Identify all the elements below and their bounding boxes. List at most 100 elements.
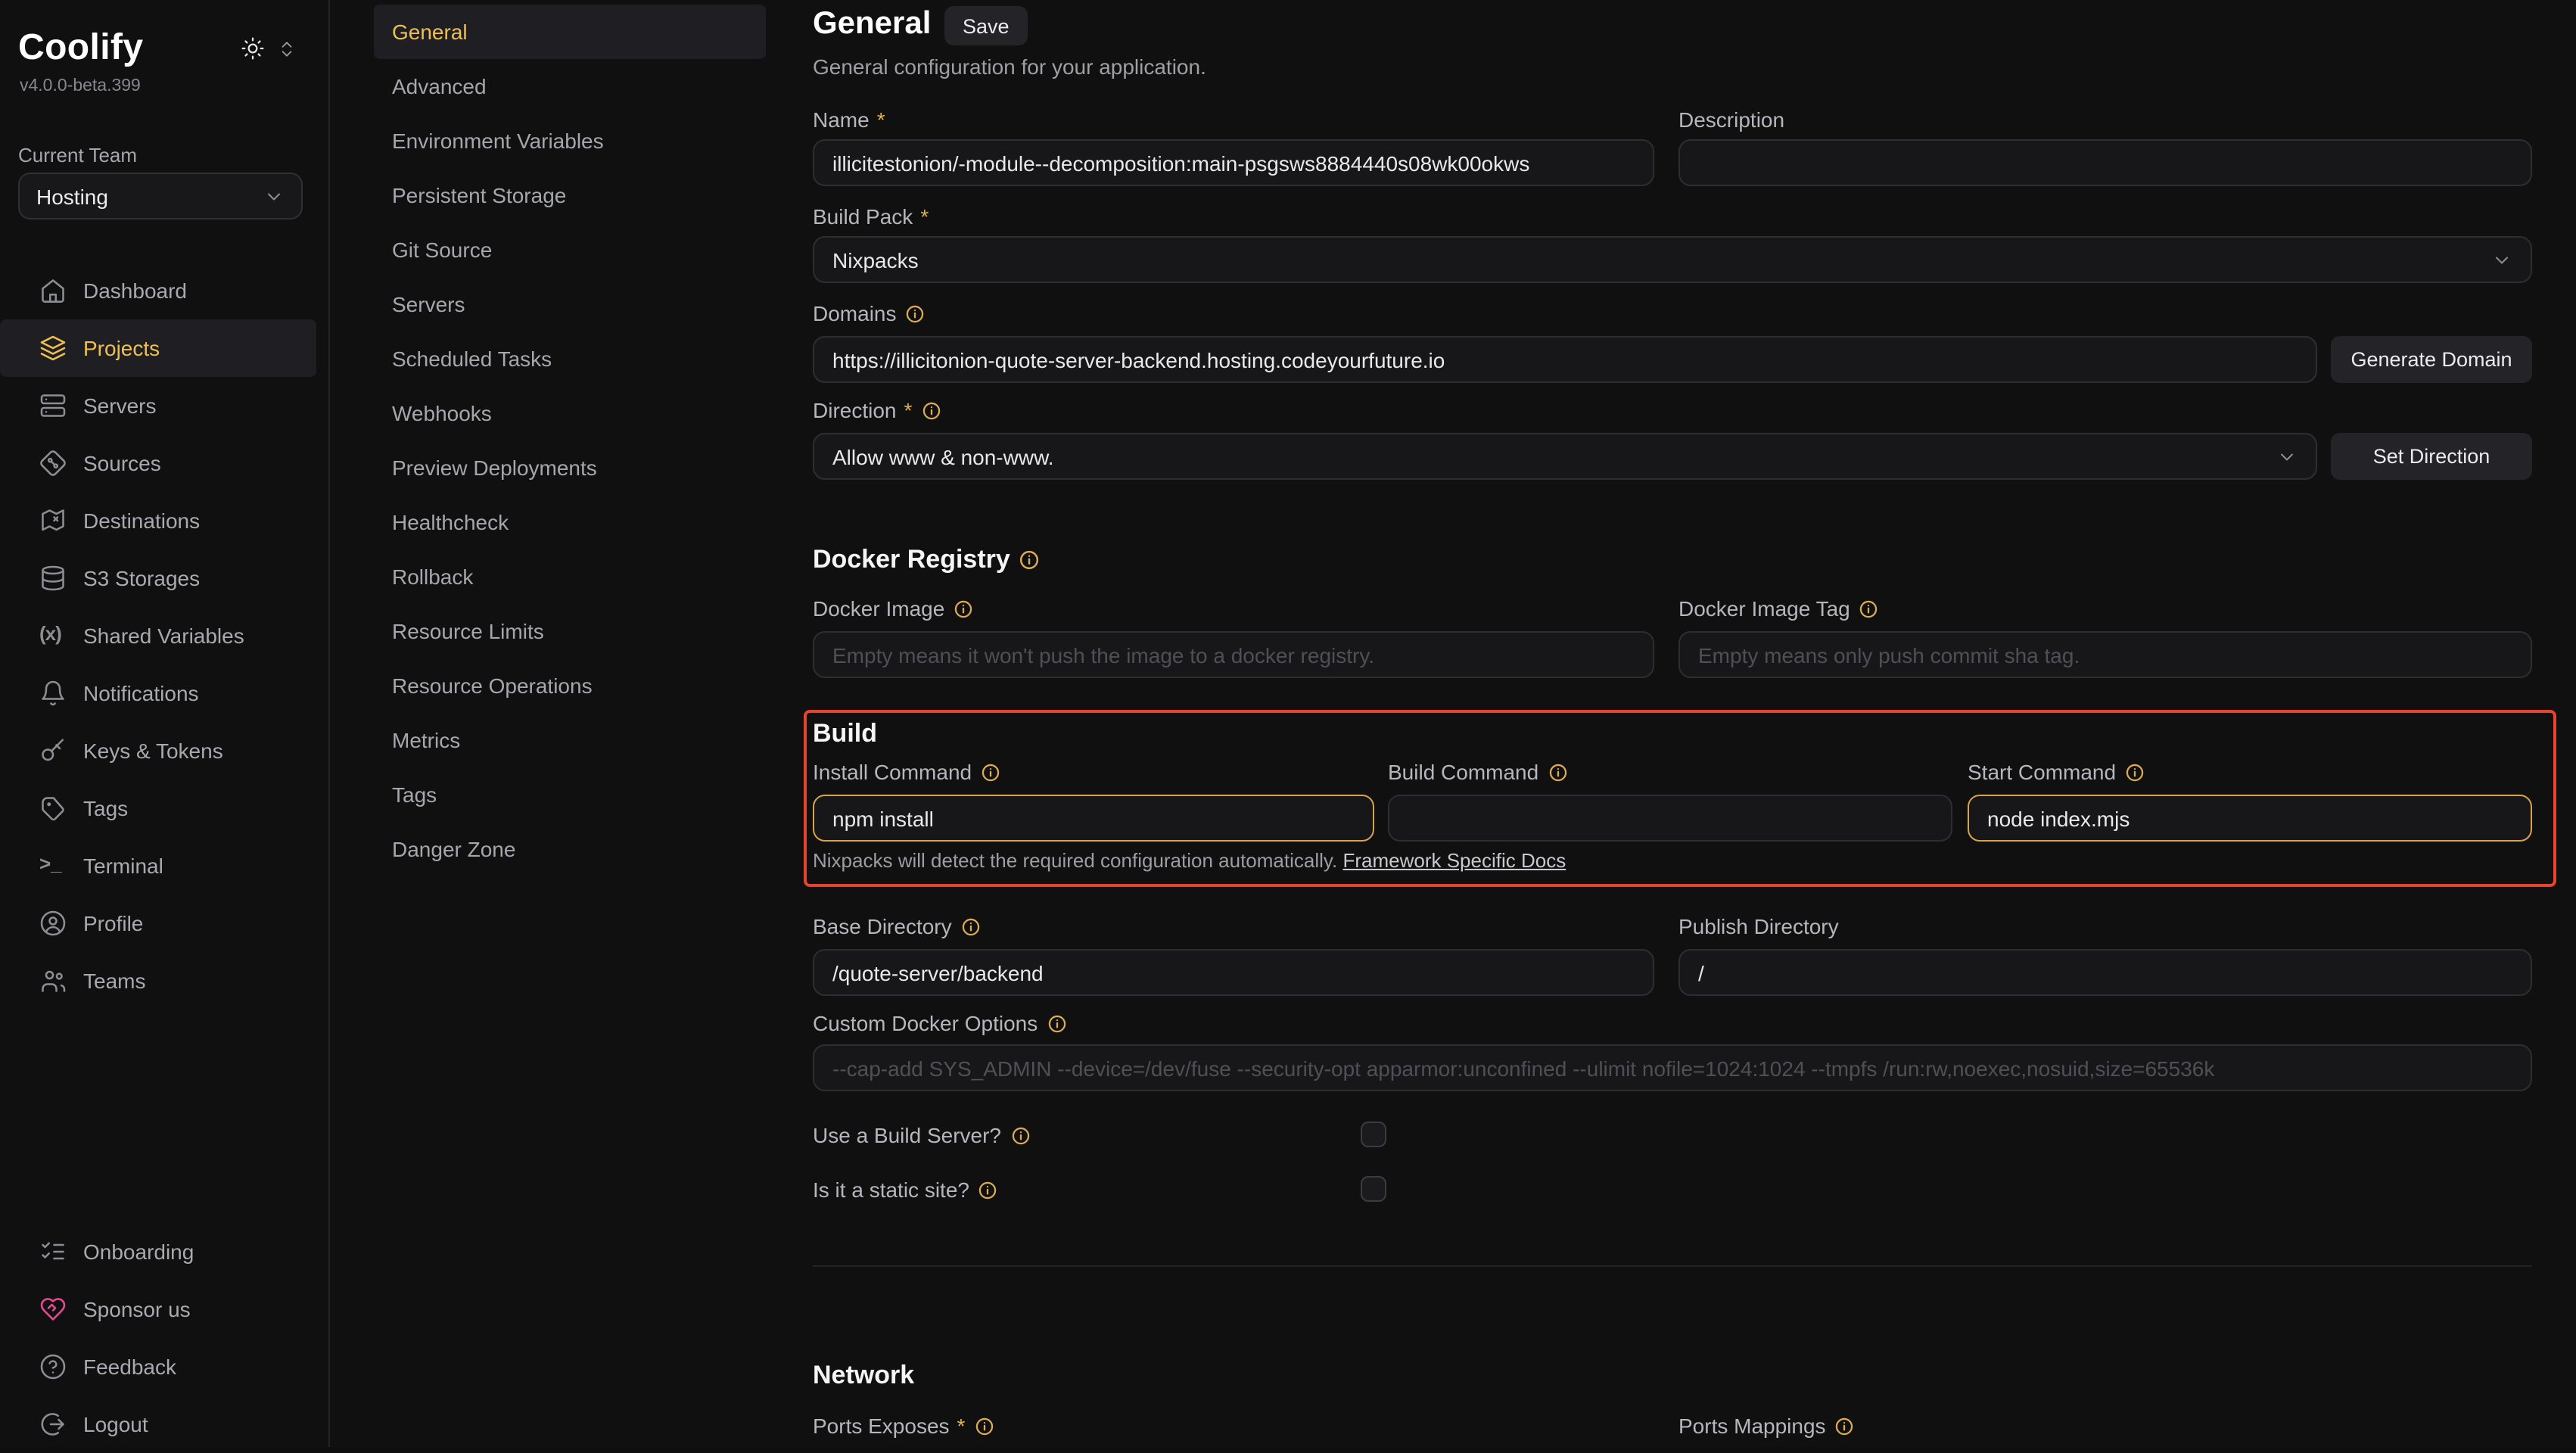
- name-input[interactable]: [813, 139, 1654, 186]
- sidebar-item-profile[interactable]: Profile: [0, 895, 330, 952]
- subnav-item-servers[interactable]: Servers: [374, 277, 766, 331]
- ports-mappings-label: Ports Mappings: [1678, 1414, 1855, 1438]
- subnav-item-resource-limits[interactable]: Resource Limits: [374, 604, 766, 658]
- docker-registry-heading: Docker Registry: [813, 545, 1041, 575]
- required-marker: *: [877, 107, 885, 132]
- info-icon: [906, 303, 926, 323]
- publish-directory-input[interactable]: [1678, 949, 2532, 996]
- direction-value: Allow www & non-www.: [832, 444, 1054, 468]
- sidebar-item-tags[interactable]: Tags: [0, 779, 330, 837]
- subnav-item-advanced[interactable]: Advanced: [374, 59, 766, 114]
- logout-icon: [39, 1411, 67, 1438]
- sidebar-item-label: Sponsor us: [83, 1297, 191, 1321]
- chevron-down-icon: [263, 185, 285, 207]
- sidebar-item-sources[interactable]: Sources: [0, 434, 330, 492]
- static-site-checkbox[interactable]: [1361, 1176, 1386, 1202]
- sidebar-item-logout[interactable]: Logout: [0, 1395, 330, 1453]
- sidebar: Coolify v4.0.0-beta.399 Current Team Hos…: [0, 0, 330, 1447]
- generate-domain-button[interactable]: Generate Domain: [2331, 336, 2532, 383]
- info-icon: [1047, 1013, 1066, 1033]
- theme-toggle-sun-icon[interactable]: [241, 36, 265, 61]
- info-icon: [921, 400, 941, 420]
- server-icon: [39, 392, 67, 419]
- sidebar-item-label: Teams: [83, 969, 145, 993]
- chevron-down-icon: [2491, 249, 2512, 270]
- subnav-item-rollback[interactable]: Rollback: [374, 549, 766, 604]
- docker-image-tag-label: Docker Image Tag: [1678, 596, 1879, 621]
- subnav-item-healthcheck[interactable]: Healthcheck: [374, 495, 766, 549]
- page-subtitle: General configuration for your applicati…: [813, 54, 1206, 79]
- use-build-server-checkbox[interactable]: [1361, 1122, 1386, 1147]
- subnav-item-metrics[interactable]: Metrics: [374, 713, 766, 767]
- sidebar-footer-nav: Onboarding Sponsor us Feedback Logout: [0, 1223, 330, 1453]
- build-command-input[interactable]: [1388, 795, 1952, 842]
- subnav-item-general[interactable]: General: [374, 5, 766, 59]
- subnav-item-git-source[interactable]: Git Source: [374, 222, 766, 277]
- base-directory-input[interactable]: [813, 949, 1654, 996]
- info-icon: [1548, 762, 1567, 782]
- start-command-input[interactable]: [1968, 795, 2532, 842]
- subnav-item-environment-variables[interactable]: Environment Variables: [374, 114, 766, 168]
- subnav-item-preview-deployments[interactable]: Preview Deployments: [374, 440, 766, 495]
- subnav-item-danger-zone[interactable]: Danger Zone: [374, 822, 766, 876]
- team-select[interactable]: Hosting: [18, 173, 303, 219]
- nixpacks-note: Nixpacks will detect the required config…: [813, 849, 1566, 872]
- sidebar-item-projects[interactable]: Projects: [0, 319, 316, 377]
- sidebar-item-teams[interactable]: Teams: [0, 952, 330, 1010]
- framework-docs-link[interactable]: Framework Specific Docs: [1342, 849, 1566, 872]
- section-divider: [813, 1265, 2532, 1267]
- terminal-icon: >_: [39, 852, 67, 879]
- sidebar-item-label: Dashboard: [83, 278, 187, 303]
- current-team-label: Current Team: [18, 144, 137, 166]
- sidebar-item-sponsor-us[interactable]: Sponsor us: [0, 1280, 330, 1338]
- sidebar-item-shared-variables[interactable]: (x) Shared Variables: [0, 607, 330, 664]
- list-checks-icon: [39, 1238, 67, 1265]
- custom-docker-options-input[interactable]: [813, 1044, 2532, 1091]
- required-marker: *: [920, 204, 929, 229]
- main-content: General Save General configuration for y…: [813, 0, 2532, 1447]
- sidebar-item-keys-tokens[interactable]: Keys & Tokens: [0, 722, 330, 779]
- direction-select[interactable]: Allow www & non-www.: [813, 433, 2317, 480]
- sidebar-item-destinations[interactable]: Destinations: [0, 492, 330, 549]
- use-build-server-label: Use a Build Server?: [813, 1123, 1030, 1147]
- sidebar-item-label: Sources: [83, 451, 161, 475]
- sidebar-item-feedback[interactable]: Feedback: [0, 1338, 330, 1395]
- domains-input[interactable]: [813, 336, 2317, 383]
- subnav-item-tags[interactable]: Tags: [374, 767, 766, 822]
- sidebar-item-label: Tags: [83, 796, 128, 820]
- description-input[interactable]: [1678, 139, 2532, 186]
- publish-directory-label: Publish Directory: [1678, 914, 1839, 938]
- direction-label: Direction*: [813, 398, 941, 422]
- sidebar-item-s3-storages[interactable]: S3 Storages: [0, 549, 330, 607]
- custom-docker-options-label: Custom Docker Options: [813, 1011, 1066, 1035]
- install-command-input[interactable]: [813, 795, 1374, 842]
- description-label: Description: [1678, 107, 1784, 132]
- info-icon: [981, 762, 1000, 782]
- docker-image-input[interactable]: [813, 631, 1654, 678]
- app-version: v4.0.0-beta.399: [20, 77, 141, 95]
- info-icon: [978, 1180, 998, 1199]
- sidebar-item-label: Servers: [83, 394, 156, 418]
- info-icon: [1859, 599, 1879, 618]
- sidebar-item-notifications[interactable]: Notifications: [0, 664, 330, 722]
- subnav-item-scheduled-tasks[interactable]: Scheduled Tasks: [374, 331, 766, 386]
- sidebar-item-label: Shared Variables: [83, 624, 244, 648]
- users-icon: [39, 967, 67, 994]
- tag-icon: [39, 795, 67, 822]
- required-marker: *: [904, 398, 913, 422]
- docker-image-tag-input[interactable]: [1678, 631, 2532, 678]
- docker-image-label: Docker Image: [813, 596, 973, 621]
- sidebar-item-onboarding[interactable]: Onboarding: [0, 1223, 330, 1280]
- subnav-item-webhooks[interactable]: Webhooks: [374, 386, 766, 440]
- chevrons-up-down-icon[interactable]: [277, 39, 297, 59]
- sidebar-item-label: Terminal: [83, 854, 163, 878]
- sidebar-item-terminal[interactable]: >_ Terminal: [0, 837, 330, 895]
- sidebar-item-dashboard[interactable]: Dashboard: [0, 262, 330, 319]
- set-direction-button[interactable]: Set Direction: [2331, 433, 2532, 480]
- sidebar-item-label: Profile: [83, 911, 143, 935]
- build-pack-select[interactable]: Nixpacks: [813, 236, 2532, 283]
- subnav-item-resource-operations[interactable]: Resource Operations: [374, 658, 766, 713]
- sidebar-item-servers[interactable]: Servers: [0, 377, 330, 434]
- subnav-item-persistent-storage[interactable]: Persistent Storage: [374, 168, 766, 222]
- save-button[interactable]: Save: [944, 6, 1028, 45]
